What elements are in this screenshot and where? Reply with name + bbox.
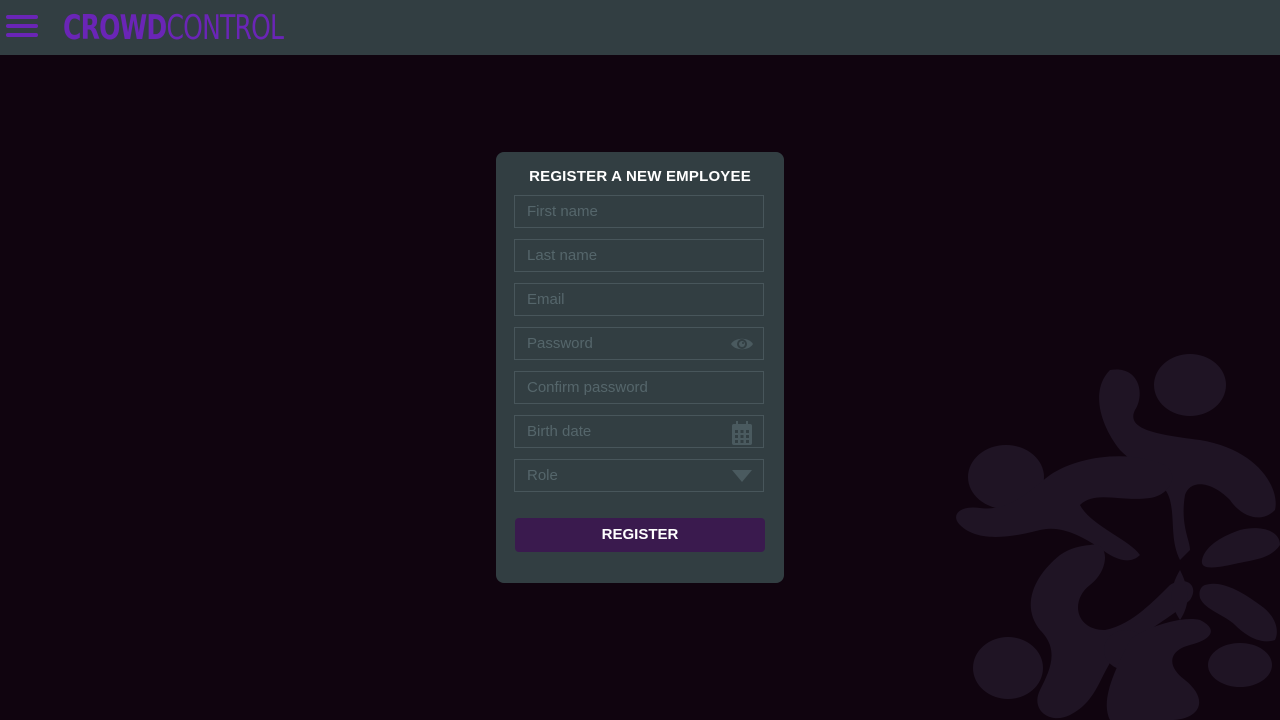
- role-input[interactable]: [515, 460, 763, 491]
- last-name-field[interactable]: [514, 239, 764, 272]
- menu-icon[interactable]: [6, 13, 38, 41]
- background-emblem: [956, 354, 1280, 720]
- first-name-field[interactable]: [514, 195, 764, 228]
- role-select[interactable]: [514, 459, 764, 492]
- confirm-password-input[interactable]: [515, 372, 763, 403]
- birth-date-field[interactable]: [514, 415, 764, 448]
- confirm-password-field[interactable]: [514, 371, 764, 404]
- password-input[interactable]: [515, 328, 763, 359]
- logo-text-control: CONTROL: [166, 8, 284, 48]
- register-employee-card: REGISTER A NEW EMPLOYEE First name Last …: [496, 152, 784, 583]
- email-field[interactable]: [514, 283, 764, 316]
- birth-date-input[interactable]: [515, 416, 763, 447]
- last-name-input[interactable]: [515, 240, 763, 271]
- app-logo[interactable]: CROWDCONTROL: [63, 7, 284, 49]
- register-button[interactable]: REGISTER: [515, 518, 765, 552]
- first-name-input[interactable]: [515, 196, 763, 227]
- form-title: REGISTER A NEW EMPLOYEE: [529, 168, 751, 185]
- password-field[interactable]: [514, 327, 764, 360]
- top-bar: CROWDCONTROL: [0, 0, 1280, 55]
- logo-text-crowd: CROWD: [63, 8, 167, 48]
- triangle-down-icon[interactable]: [730, 465, 754, 487]
- email-input[interactable]: [515, 284, 763, 315]
- eye-icon[interactable]: [730, 333, 754, 355]
- calendar-icon[interactable]: [730, 420, 754, 446]
